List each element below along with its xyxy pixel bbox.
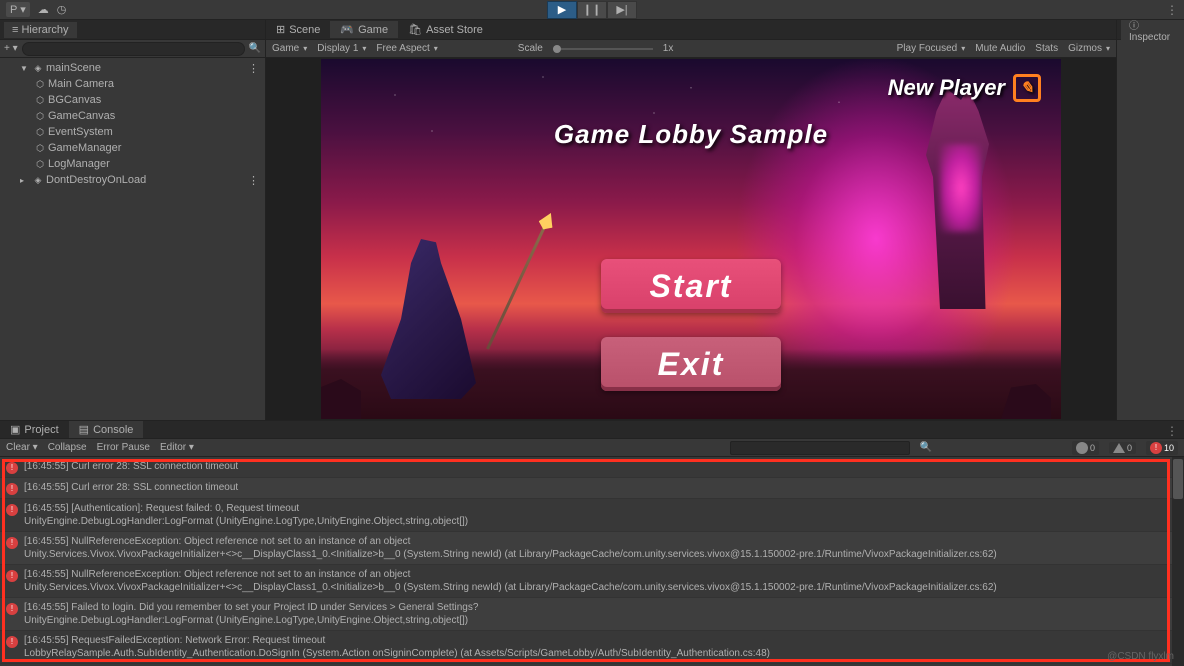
game-canvas: Game Lobby Sample New Player ✎ Start Exi… xyxy=(321,59,1061,419)
tab-asset-store[interactable]: 🛍Asset Store xyxy=(398,21,493,38)
console-entry[interactable]: ![16:45:55] Curl error 28: SSL connectio… xyxy=(0,457,1184,478)
character xyxy=(371,199,511,399)
stats-toggle[interactable]: Stats xyxy=(1035,43,1058,54)
hierarchy-tree: ▼◈mainScene⋮ ⬡Main Camera ⬡BGCanvas ⬡Gam… xyxy=(0,58,265,190)
scene-icon: ⊞ xyxy=(276,23,285,36)
error-icon: ! xyxy=(6,504,18,516)
main-row: ≡ Hierarchy ⋮ + ▾ 🔍 ▼◈mainScene⋮ ⬡Main C… xyxy=(0,20,1184,420)
step-button[interactable]: ▶| xyxy=(607,1,637,19)
game-view: Game Lobby Sample New Player ✎ Start Exi… xyxy=(266,58,1116,420)
console-icon: ▤ xyxy=(79,423,89,436)
search-icon: 🔍 xyxy=(920,442,932,453)
hierarchy-tab[interactable]: ≡ Hierarchy xyxy=(4,22,77,38)
cube-icon: ⬡ xyxy=(34,110,46,122)
tab-scene[interactable]: ⊞Scene xyxy=(266,21,330,38)
scrollbar[interactable] xyxy=(1172,457,1184,666)
hierarchy-search[interactable] xyxy=(22,42,245,56)
cube-icon: ⬡ xyxy=(34,78,46,90)
scene-mainscene[interactable]: ▼◈mainScene⋮ xyxy=(0,60,265,76)
history-icon[interactable]: ◷ xyxy=(57,3,67,16)
center-menu-icon[interactable]: ⋮ xyxy=(1166,3,1178,17)
error-icon: ! xyxy=(1150,442,1162,454)
edit-icon[interactable]: ✎ xyxy=(1013,74,1041,102)
play-button[interactable]: ▶ xyxy=(547,1,577,19)
hierarchy-create[interactable]: + ▾ xyxy=(4,43,18,54)
scale-value: 1x xyxy=(663,43,674,54)
error-pause-toggle[interactable]: Error Pause xyxy=(97,442,150,453)
editor-dropdown[interactable]: Editor ▾ xyxy=(160,442,194,453)
scrollbar-thumb[interactable] xyxy=(1173,459,1183,499)
console-search[interactable] xyxy=(730,441,910,455)
cube-icon: ⬡ xyxy=(34,126,46,138)
warn-icon xyxy=(1113,443,1125,453)
scene-dontdestroy[interactable]: ▸◈DontDestroyOnLoad⋮ xyxy=(0,172,265,188)
center-area: ⊞Scene 🎮Game 🛍Asset Store ⋮ Game Display… xyxy=(266,20,1116,420)
cube-icon: ⬡ xyxy=(34,94,46,106)
unity-icon: ◈ xyxy=(32,62,44,74)
hierarchy-panel: ≡ Hierarchy ⋮ + ▾ 🔍 ▼◈mainScene⋮ ⬡Main C… xyxy=(0,20,266,420)
console-entry[interactable]: ![16:45:55] [Authentication]: Request fa… xyxy=(0,499,1184,532)
store-icon: 🛍 xyxy=(408,23,422,36)
error-filter[interactable]: !10 xyxy=(1146,441,1178,455)
aspect-dropdown[interactable]: Free Aspect xyxy=(376,43,437,54)
start-button[interactable]: Start xyxy=(601,259,781,313)
tower xyxy=(911,89,1011,349)
game-toolbar: Game Display 1 Free Aspect Scale 1x Play… xyxy=(266,40,1116,58)
cloud-icon[interactable]: ☁ xyxy=(38,3,49,16)
unity-icon: ◈ xyxy=(32,174,44,186)
error-icon: ! xyxy=(6,570,18,582)
inspector-panel: ⓘ Inspector xyxy=(1116,20,1184,420)
gameobject-gamecanvas[interactable]: ⬡GameCanvas xyxy=(0,108,265,124)
gameobject-bgcanvas[interactable]: ⬡BGCanvas xyxy=(0,92,265,108)
bottom-panel: ▣Project ▤Console ⋮ Clear ▾ Collapse Err… xyxy=(0,420,1184,666)
scale-label: Scale xyxy=(518,43,543,54)
exit-button[interactable]: Exit xyxy=(601,337,781,391)
console-entry[interactable]: ![16:45:55] Curl error 28: SSL connectio… xyxy=(0,478,1184,499)
new-player-label: New Player ✎ xyxy=(888,74,1041,102)
play-controls: ▶ ❙❙ ▶| xyxy=(547,1,637,19)
game-icon: 🎮 xyxy=(340,23,354,36)
mute-audio-toggle[interactable]: Mute Audio xyxy=(975,43,1025,54)
gameobject-main-camera[interactable]: ⬡Main Camera xyxy=(0,76,265,92)
scene-menu-icon[interactable]: ⋮ xyxy=(248,174,259,187)
console-entry[interactable]: ![16:45:55] Failed to login. Did you rem… xyxy=(0,598,1184,631)
info-filter[interactable]: 0 xyxy=(1072,441,1099,455)
cube-icon: ⬡ xyxy=(34,142,46,154)
error-icon: ! xyxy=(6,483,18,495)
tab-game[interactable]: 🎮Game xyxy=(330,21,398,38)
search-icon: 🔍 xyxy=(249,43,261,54)
pause-button[interactable]: ❙❙ xyxy=(577,1,607,19)
main-toolbar: P ▾ ☁ ◷ ▶ ❙❙ ▶| xyxy=(0,0,1184,20)
gameobject-eventsystem[interactable]: ⬡EventSystem xyxy=(0,124,265,140)
gizmos-dropdown[interactable]: Gizmos xyxy=(1068,43,1110,54)
scale-slider[interactable] xyxy=(553,48,653,50)
warn-filter[interactable]: 0 xyxy=(1109,442,1136,454)
console-body: ![16:45:55] Curl error 28: SSL connectio… xyxy=(0,457,1184,666)
error-icon: ! xyxy=(6,462,18,474)
game-title: Game Lobby Sample xyxy=(554,119,828,150)
console-toolbar: Clear ▾ Collapse Error Pause Editor ▾ 🔍 … xyxy=(0,439,1184,457)
error-icon: ! xyxy=(6,636,18,648)
game-mode-dropdown[interactable]: Game xyxy=(272,43,307,54)
folder-icon: ▣ xyxy=(10,423,20,436)
cube-icon: ⬡ xyxy=(34,158,46,170)
tab-project[interactable]: ▣Project xyxy=(0,421,69,438)
display-dropdown[interactable]: Display 1 xyxy=(317,43,366,54)
clear-button[interactable]: Clear ▾ xyxy=(6,442,38,453)
play-focused-dropdown[interactable]: Play Focused xyxy=(897,43,966,54)
watermark: @CSDN flyxlm xyxy=(1107,651,1174,662)
collapse-toggle[interactable]: Collapse xyxy=(48,442,87,453)
console-entry[interactable]: ![16:45:55] NullReferenceException: Obje… xyxy=(0,565,1184,598)
tab-console[interactable]: ▤Console xyxy=(69,421,144,438)
account-menu[interactable]: P ▾ xyxy=(6,2,30,17)
gameobject-gamemanager[interactable]: ⬡GameManager xyxy=(0,140,265,156)
info-icon xyxy=(1076,442,1088,454)
console-entry[interactable]: ![16:45:55] RequestFailedException: Netw… xyxy=(0,631,1184,664)
console-entry[interactable]: ![16:45:55] NullReferenceException: Obje… xyxy=(0,532,1184,565)
scene-menu-icon[interactable]: ⋮ xyxy=(248,62,259,75)
gameobject-logmanager[interactable]: ⬡LogManager xyxy=(0,156,265,172)
bottom-menu-icon[interactable]: ⋮ xyxy=(1166,424,1178,438)
error-icon: ! xyxy=(6,603,18,615)
error-icon: ! xyxy=(6,537,18,549)
